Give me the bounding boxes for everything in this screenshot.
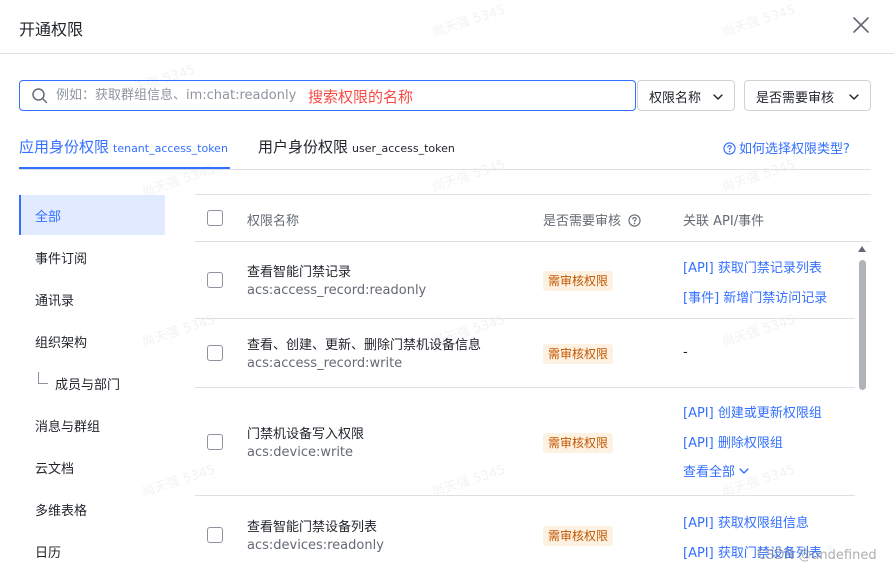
question-circle-icon xyxy=(723,142,736,155)
no-api-placeholder: - xyxy=(683,345,688,360)
tab-token: user_access_token xyxy=(352,142,455,155)
review-required-badge: 需审核权限 xyxy=(543,271,614,291)
sidebar-item-label: 日历 xyxy=(35,546,62,561)
chevron-down-icon xyxy=(713,94,723,100)
api-link[interactable]: [API] 创建或更新权限组 xyxy=(683,402,822,421)
close-icon xyxy=(853,17,869,33)
sidebar-item-label: 成员与部门 xyxy=(55,378,121,393)
permission-name-dropdown[interactable]: 权限名称 xyxy=(637,80,735,111)
question-circle-icon xyxy=(628,214,641,227)
view-all-label: 查看全部 xyxy=(683,465,736,480)
sidebar-item-bitable[interactable]: 多维表格 xyxy=(19,489,165,529)
select-all-checkbox[interactable] xyxy=(207,210,223,226)
tab-label: 应用身份权限 xyxy=(19,138,110,156)
row-checkbox[interactable] xyxy=(207,345,223,361)
sidebar-item-label: 事件订阅 xyxy=(35,252,88,267)
review-required-dropdown-label: 是否需要审核 xyxy=(756,91,835,106)
sidebar-item-org[interactable]: 组织架构 xyxy=(19,321,165,361)
tab-label: 用户身份权限 xyxy=(258,138,349,156)
sidebar-item-label: 全部 xyxy=(35,210,62,225)
column-header-review-label: 是否需要审核 xyxy=(543,214,622,229)
search-input[interactable] xyxy=(56,81,326,110)
permission-name-dropdown-label: 权限名称 xyxy=(649,91,702,106)
column-header-review: 是否需要审核 xyxy=(543,210,641,229)
sidebar-item-label: 组织架构 xyxy=(35,336,88,351)
row-checkbox[interactable] xyxy=(207,272,223,288)
sidebar-item-members-departments[interactable]: 成员与部门 xyxy=(19,363,165,403)
permission-code: acs:access_record:readonly xyxy=(247,283,427,298)
row-checkbox[interactable] xyxy=(207,434,223,450)
sidebar-item-docs[interactable]: 云文档 xyxy=(19,447,165,487)
sidebar-item-label: 云文档 xyxy=(35,462,75,477)
column-header-api: 关联 API/事件 xyxy=(683,214,765,229)
search-icon xyxy=(32,88,48,104)
sidebar-item-label: 消息与群组 xyxy=(35,420,101,435)
chevron-down-icon xyxy=(849,94,859,100)
tab-app-identity[interactable]: 应用身份权限 tenant_access_token xyxy=(19,136,228,170)
view-all-link[interactable]: 查看全部 xyxy=(683,461,750,480)
sidebar-item-all[interactable]: 全部 xyxy=(19,195,165,235)
help-link[interactable]: 如何选择权限类型? xyxy=(723,138,850,157)
event-link[interactable]: [事件] 新增门禁访问记录 xyxy=(683,287,827,306)
permission-name: 查看智能门禁设备列表 xyxy=(247,520,378,535)
review-required-dropdown[interactable]: 是否需要审核 xyxy=(744,80,871,111)
permission-code: acs:devices:readonly xyxy=(247,538,384,553)
review-required-badge: 需审核权限 xyxy=(543,526,614,546)
scroll-up-arrow-icon[interactable] xyxy=(857,244,867,254)
dialog-header: 开通权限 xyxy=(0,0,894,54)
active-tab-indicator xyxy=(19,167,230,169)
api-link[interactable]: [API] 获取权限组信息 xyxy=(683,512,809,531)
api-link[interactable]: [API] 获取门禁记录列表 xyxy=(683,257,822,276)
close-button[interactable] xyxy=(848,12,874,38)
sidebar-item-messages-groups[interactable]: 消息与群组 xyxy=(19,405,165,445)
search-box: 搜索权限的名称 xyxy=(19,80,636,111)
review-required-badge: 需审核权限 xyxy=(543,433,614,453)
table-row: 查看智能门禁记录 acs:access_record:readonly 需审核权… xyxy=(195,242,855,319)
permission-name: 门禁机设备写入权限 xyxy=(247,427,365,442)
api-link[interactable]: [API] 删除权限组 xyxy=(683,432,783,451)
row-checkbox[interactable] xyxy=(207,527,223,543)
scrollbar-thumb[interactable] xyxy=(859,260,866,390)
table-row: 查看、创建、更新、删除门禁机设备信息 acs:access_record:wri… xyxy=(195,319,855,388)
sidebar-item-label: 通讯录 xyxy=(35,294,75,309)
csdn-watermark: CSDN @undefined xyxy=(757,548,877,563)
table-row: 查看智能门禁设备列表 acs:devices:readonly 需审核权限 [A… xyxy=(195,496,855,571)
sidebar-item-calendar[interactable]: 日历 xyxy=(19,531,165,571)
tabs-divider xyxy=(19,169,871,170)
permission-code: acs:device:write xyxy=(247,445,354,460)
table-row: 门禁机设备写入权限 acs:device:write 需审核权限 [API] 创… xyxy=(195,388,855,496)
permission-table: 权限名称 是否需要审核 关联 API/事件 查看智能门禁记录 acs:acces… xyxy=(195,194,871,571)
sidebar-item-events[interactable]: 事件订阅 xyxy=(19,237,165,277)
table-scrollbar[interactable] xyxy=(857,244,867,571)
column-header-name: 权限名称 xyxy=(247,214,300,229)
search-hint-annotation: 搜索权限的名称 xyxy=(308,88,414,106)
permission-name: 查看智能门禁记录 xyxy=(247,265,352,280)
dialog-title: 开通权限 xyxy=(19,20,84,39)
review-required-badge: 需审核权限 xyxy=(543,344,614,364)
watermark-text: 尚天强 5345 xyxy=(720,157,798,196)
chevron-down-icon xyxy=(739,468,749,474)
permission-code: acs:access_record:write xyxy=(247,356,403,371)
permission-name: 查看、创建、更新、删除门禁机设备信息 xyxy=(247,338,482,353)
sidebar-item-label: 多维表格 xyxy=(35,504,88,519)
tree-branch-icon xyxy=(38,372,48,384)
tab-token: tenant_access_token xyxy=(113,142,228,155)
help-link-label: 如何选择权限类型? xyxy=(739,142,850,157)
table-header: 权限名称 是否需要审核 关联 API/事件 xyxy=(195,194,871,242)
tab-user-identity[interactable]: 用户身份权限 user_access_token xyxy=(258,136,455,170)
sidebar-item-contacts[interactable]: 通讯录 xyxy=(19,279,165,319)
